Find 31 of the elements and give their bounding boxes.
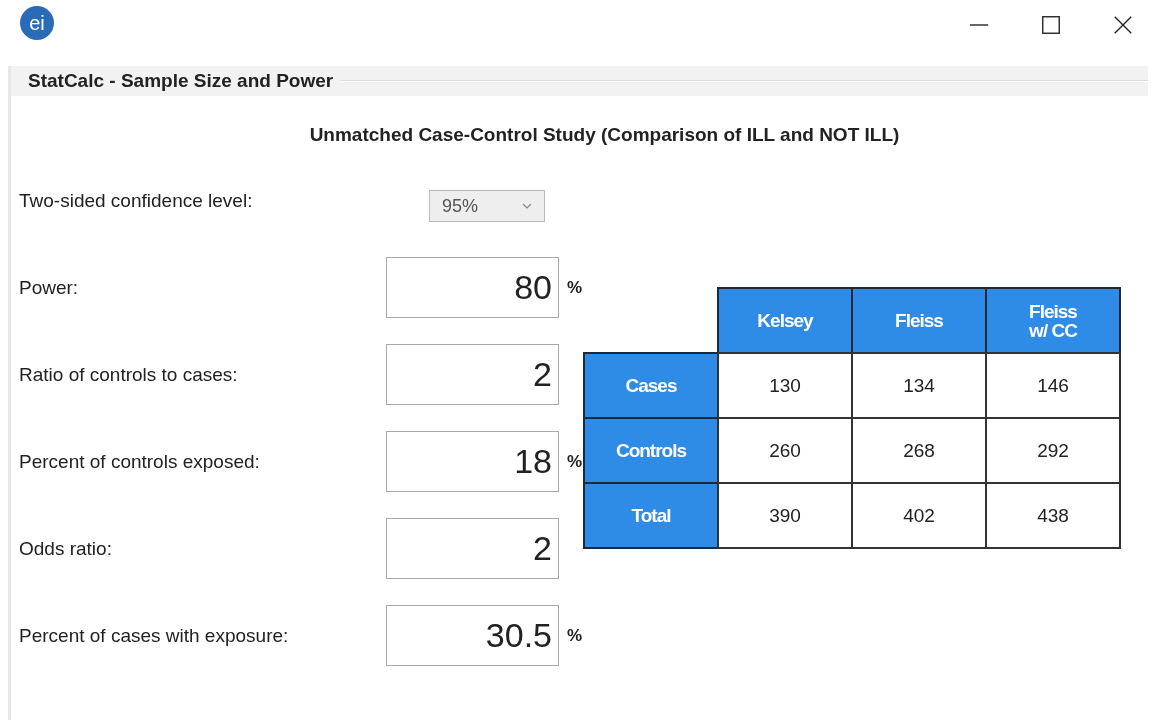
- group-title: StatCalc - Sample Size and Power: [27, 70, 335, 92]
- input-field[interactable]: 80: [386, 257, 559, 318]
- unit-label: %: [567, 451, 583, 472]
- input-field[interactable]: 2: [386, 518, 559, 579]
- row-header: Controls: [583, 417, 719, 484]
- input-field[interactable]: 30.5: [386, 605, 559, 666]
- field-label: Percent of controls exposed:: [19, 450, 261, 473]
- unit-label: %: [567, 625, 583, 646]
- field-label: Ratio of controls to cases:: [19, 363, 239, 386]
- confidence-dropdown[interactable]: 95%: [429, 190, 545, 222]
- table-cell: 390: [717, 482, 853, 549]
- app-logo: ei: [20, 6, 54, 40]
- row-header: Total: [583, 482, 719, 549]
- unit-label: %: [567, 277, 583, 298]
- field-label: Two-sided confidence level:: [19, 190, 254, 212]
- field-label: Percent of cases with exposure:: [19, 624, 290, 647]
- input-field[interactable]: 18: [386, 431, 559, 492]
- table-cell: 438: [985, 482, 1121, 549]
- table-cell: 130: [717, 352, 853, 419]
- row-header: Cases: [583, 352, 719, 419]
- column-header: Fleiss: [851, 287, 987, 354]
- field-label: Power:: [19, 276, 80, 299]
- input-field[interactable]: 2: [386, 344, 559, 405]
- column-header: Kelsey: [717, 287, 853, 354]
- column-header: Fleiss w/ CC: [985, 287, 1121, 354]
- maximize-icon[interactable]: [1040, 14, 1062, 36]
- chevron-icon: [522, 203, 532, 209]
- table-cell: 146: [985, 352, 1121, 419]
- study-heading: Unmatched Case-Control Study (Comparison of ILL and NOT ILL): [308, 124, 901, 146]
- close-icon[interactable]: [1112, 14, 1134, 36]
- field-label: Odds ratio:: [19, 537, 113, 560]
